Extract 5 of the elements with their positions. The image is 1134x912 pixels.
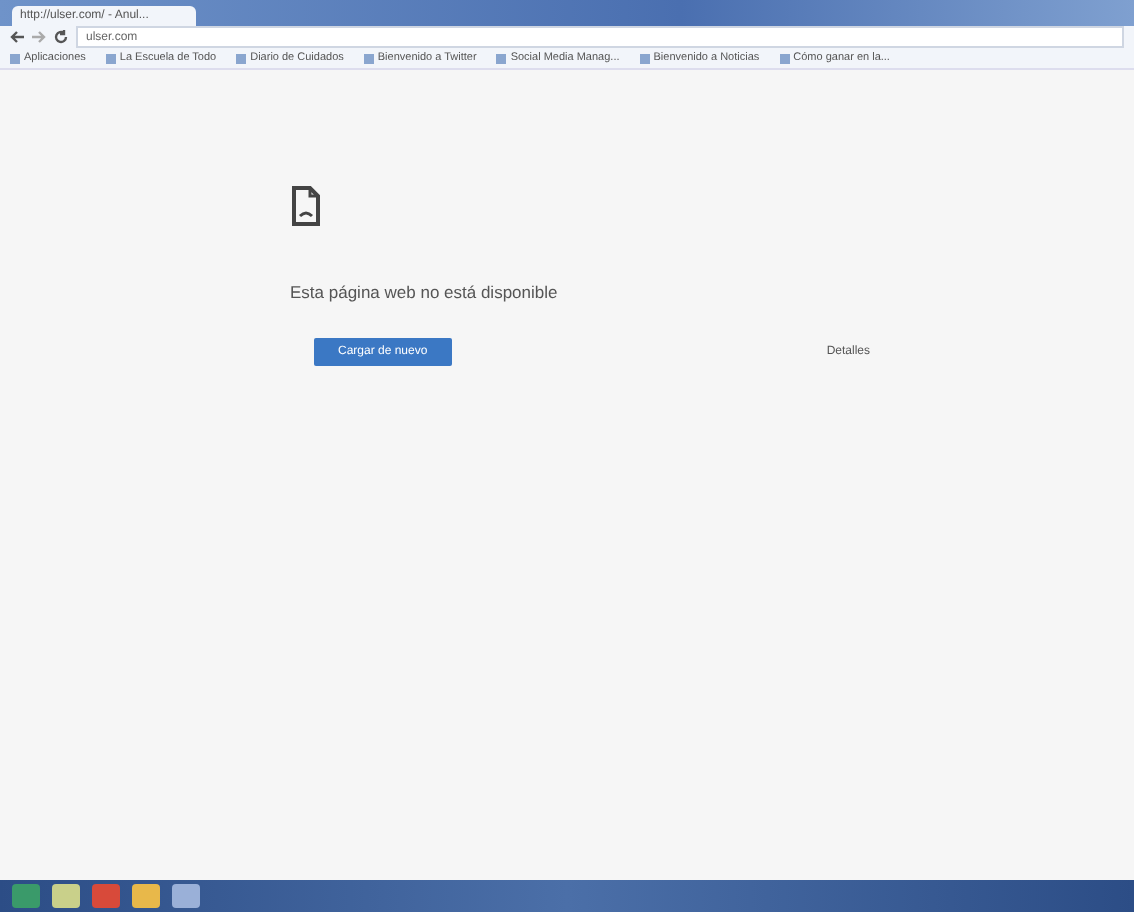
back-icon[interactable]: [10, 30, 24, 44]
broken-page-icon: [290, 186, 322, 226]
forward-icon[interactable]: [32, 30, 46, 44]
error-message: Esta página web no está disponible: [290, 282, 560, 302]
reload-icon[interactable]: [54, 30, 68, 44]
